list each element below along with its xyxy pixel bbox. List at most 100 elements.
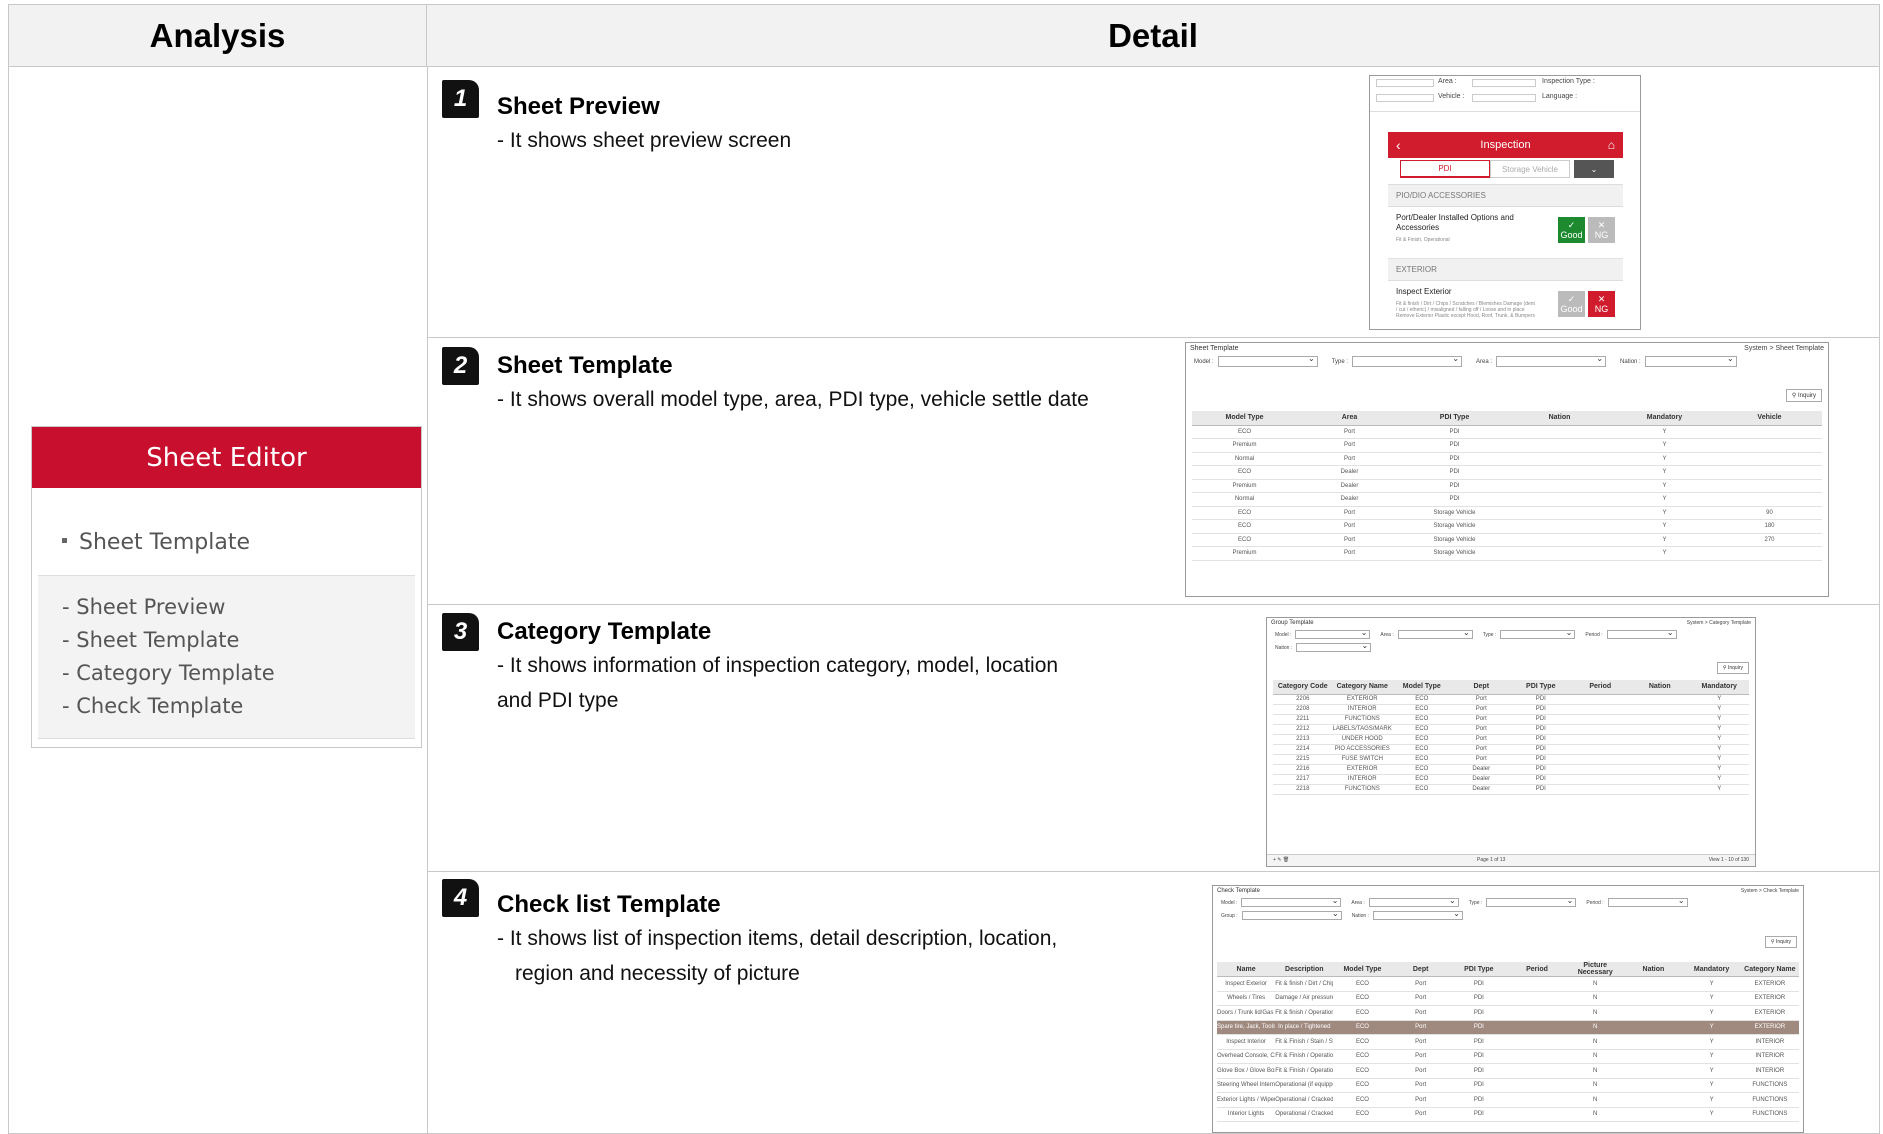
table-row[interactable]: Overhead Console, Ctr CFit & Finish / Op… bbox=[1217, 1049, 1799, 1064]
table-row[interactable]: Steering Wheel Intern / Operational (if e… bbox=[1217, 1078, 1799, 1093]
nation-select[interactable] bbox=[1296, 641, 1372, 652]
sheet-editor-active-item[interactable]: Sheet Template bbox=[62, 530, 250, 555]
table-row[interactable]: Interior Lights Operational / Cracked / EC… bbox=[1217, 1107, 1799, 1122]
table-row[interactable]: 2206 EXTERIOR ECO Port PDI Y bbox=[1273, 694, 1749, 705]
column-header[interactable]: Dept bbox=[1451, 680, 1511, 695]
column-header[interactable]: Description bbox=[1275, 962, 1334, 977]
column-header[interactable]: Name bbox=[1217, 962, 1276, 977]
inquiry-button[interactable]: ⚲ Inquiry bbox=[1764, 936, 1797, 948]
table-row[interactable]: Spare tire, Jack, Tools In place / Tighte… bbox=[1217, 1020, 1799, 1035]
type-select[interactable] bbox=[1486, 896, 1577, 907]
column-header[interactable]: Category Name bbox=[1332, 680, 1392, 695]
period-select[interactable] bbox=[1606, 628, 1677, 639]
home-icon[interactable]: ⌂ bbox=[1608, 138, 1615, 152]
column-header[interactable]: Model Type bbox=[1333, 962, 1392, 977]
good-button[interactable]: ✓ Good bbox=[1558, 217, 1585, 243]
column-header[interactable]: Mandatory bbox=[1612, 411, 1717, 426]
column-header[interactable]: Model Type bbox=[1192, 411, 1297, 426]
period-select[interactable] bbox=[1607, 896, 1688, 907]
nation-select[interactable] bbox=[1644, 354, 1737, 367]
table-row[interactable]: Glove Box / Glove Box LtFit & Finish / O… bbox=[1217, 1063, 1799, 1079]
type-select[interactable] bbox=[1500, 628, 1576, 639]
table-row[interactable]: ECO Port Storage Vehicle Y 90 bbox=[1192, 506, 1822, 520]
preview-list: PIO/DIO ACCESSORIES Port/Dealer Installe… bbox=[1388, 184, 1623, 329]
column-header[interactable]: PDI Type bbox=[1511, 680, 1571, 695]
table-row[interactable]: Inspect Interior Fit & Finish / Stain / S… bbox=[1217, 1034, 1799, 1050]
table-cell: Dealer bbox=[1297, 465, 1402, 480]
preview-tab-storage[interactable]: Storage Vehicle bbox=[1490, 160, 1570, 178]
column-header[interactable]: Period bbox=[1570, 680, 1630, 695]
table-cell: EXTERIOR bbox=[1740, 1020, 1799, 1035]
nation-select[interactable] bbox=[1372, 909, 1463, 920]
column-header[interactable]: Picture Necessary bbox=[1566, 962, 1625, 977]
submenu-check-template[interactable]: - Check Template bbox=[62, 690, 415, 723]
area-select[interactable] bbox=[1368, 896, 1459, 907]
table-row[interactable]: 2216 EXTERIOR ECO Dealer PDI Y bbox=[1273, 764, 1749, 775]
back-icon[interactable]: ‹ bbox=[1396, 137, 1401, 153]
column-header[interactable]: Category Code bbox=[1273, 680, 1333, 695]
preview-select[interactable] bbox=[1376, 79, 1434, 87]
table-row[interactable]: 2211 FUNCTIONS ECO Port PDI Y bbox=[1273, 714, 1749, 725]
column-header[interactable]: Area bbox=[1297, 411, 1402, 426]
table-cell bbox=[1570, 694, 1630, 705]
preview-tab-pdi[interactable]: PDI bbox=[1400, 160, 1490, 178]
preview-select[interactable] bbox=[1376, 94, 1434, 102]
table-row[interactable]: ECO Port Storage Vehicle Y 270 bbox=[1192, 533, 1822, 547]
column-header[interactable]: Dept bbox=[1391, 962, 1450, 977]
table-row[interactable]: Premium Dealer PDI Y bbox=[1192, 479, 1822, 493]
preview-tab-more-icon[interactable]: ⌄ bbox=[1574, 160, 1614, 178]
table-row[interactable]: Doors / Trunk lid/Gas TailFit & finish /… bbox=[1217, 1005, 1799, 1021]
area-select[interactable] bbox=[1496, 354, 1607, 367]
table-row[interactable]: Exterior Lights / Wiper Operational / Cra… bbox=[1217, 1092, 1799, 1108]
table-row[interactable]: Wheels / Tires Damage / Air pressure ECO Po… bbox=[1217, 991, 1799, 1006]
table-row[interactable]: 2213 UNDER HOOD ECO Port PDI Y bbox=[1273, 734, 1749, 745]
table-row[interactable]: 2215 FUSE SWITCH ECO Port PDI Y bbox=[1273, 754, 1749, 765]
table-row[interactable]: Premium Port Storage Vehicle Y bbox=[1192, 546, 1822, 561]
table-cell bbox=[1507, 1049, 1567, 1064]
table-row[interactable]: Normal Port PDI Y bbox=[1192, 452, 1822, 466]
table-row[interactable]: 2218 FUNCTIONS ECO Dealer PDI Y bbox=[1273, 784, 1749, 795]
column-header[interactable]: Nation bbox=[1507, 411, 1612, 426]
model-select[interactable] bbox=[1241, 896, 1342, 907]
table-row[interactable]: ECO Port Storage Vehicle Y 180 bbox=[1192, 519, 1822, 534]
table-row[interactable]: 2208 INTERIOR ECO Port PDI Y bbox=[1273, 704, 1749, 715]
preview-select[interactable] bbox=[1472, 79, 1536, 87]
column-header[interactable]: PDI Type bbox=[1402, 411, 1507, 426]
column-header[interactable]: Mandatory bbox=[1682, 962, 1741, 977]
column-header[interactable]: Mandatory bbox=[1689, 680, 1749, 695]
table-row[interactable]: Inspect Exterior Fit & finish / Dirt / Ch… bbox=[1217, 976, 1799, 992]
preview-select[interactable] bbox=[1472, 94, 1536, 102]
column-header[interactable]: Model Type bbox=[1392, 680, 1452, 695]
good-button[interactable]: ✓ Good bbox=[1558, 291, 1585, 317]
table-cell bbox=[1507, 1020, 1567, 1035]
column-header[interactable]: Vehicle bbox=[1717, 411, 1822, 426]
table-row[interactable]: ECO Port PDI Y bbox=[1192, 425, 1822, 439]
column-header[interactable]: PDI Type bbox=[1449, 962, 1508, 977]
column-header[interactable]: Nation bbox=[1630, 680, 1690, 695]
table-row[interactable]: Premium Port PDI Y bbox=[1192, 438, 1822, 453]
submenu-sheet-template[interactable]: - Sheet Template bbox=[62, 624, 415, 657]
column-header[interactable]: Nation bbox=[1624, 962, 1683, 977]
table-row[interactable]: 2214 PIO ACCESSORIES ECO Port PDI Y bbox=[1273, 744, 1749, 755]
ng-button[interactable]: ✕ NG bbox=[1588, 217, 1615, 243]
table-row[interactable]: ECO Dealer PDI Y bbox=[1192, 465, 1822, 480]
submenu-sheet-preview[interactable]: - Sheet Preview bbox=[62, 591, 415, 624]
inquiry-button[interactable]: ⚲ Inquiry bbox=[1785, 389, 1822, 402]
table-row[interactable]: 2217 INTERIOR ECO Dealer PDI Y bbox=[1273, 774, 1749, 785]
type-select[interactable] bbox=[1352, 354, 1463, 367]
group-select[interactable] bbox=[1241, 909, 1342, 920]
area-select[interactable] bbox=[1397, 628, 1473, 639]
pager-label[interactable]: Page 1 of 13 bbox=[1477, 857, 1505, 863]
breadcrumb: System > Sheet Template bbox=[1744, 345, 1824, 352]
pager-tools-icon[interactable]: + ✎ 🗑 bbox=[1273, 857, 1289, 863]
inquiry-button[interactable]: ⚲ Inquiry bbox=[1716, 662, 1749, 674]
table-row[interactable]: Normal Dealer PDI Y bbox=[1192, 492, 1822, 507]
table-row[interactable]: 2212LABELS/TAGS/MARKINGSECOPortPDI Y bbox=[1273, 724, 1749, 735]
ng-button[interactable]: ✕ NG bbox=[1588, 291, 1615, 317]
model-select[interactable] bbox=[1295, 628, 1371, 639]
submenu-category-template[interactable]: - Category Template bbox=[62, 657, 415, 690]
column-header[interactable]: Period bbox=[1507, 962, 1567, 977]
column-header[interactable]: Category Name bbox=[1740, 962, 1799, 977]
table-cell: Glove Box / Glove Box Lt bbox=[1217, 1063, 1276, 1079]
model-select[interactable] bbox=[1217, 354, 1318, 367]
